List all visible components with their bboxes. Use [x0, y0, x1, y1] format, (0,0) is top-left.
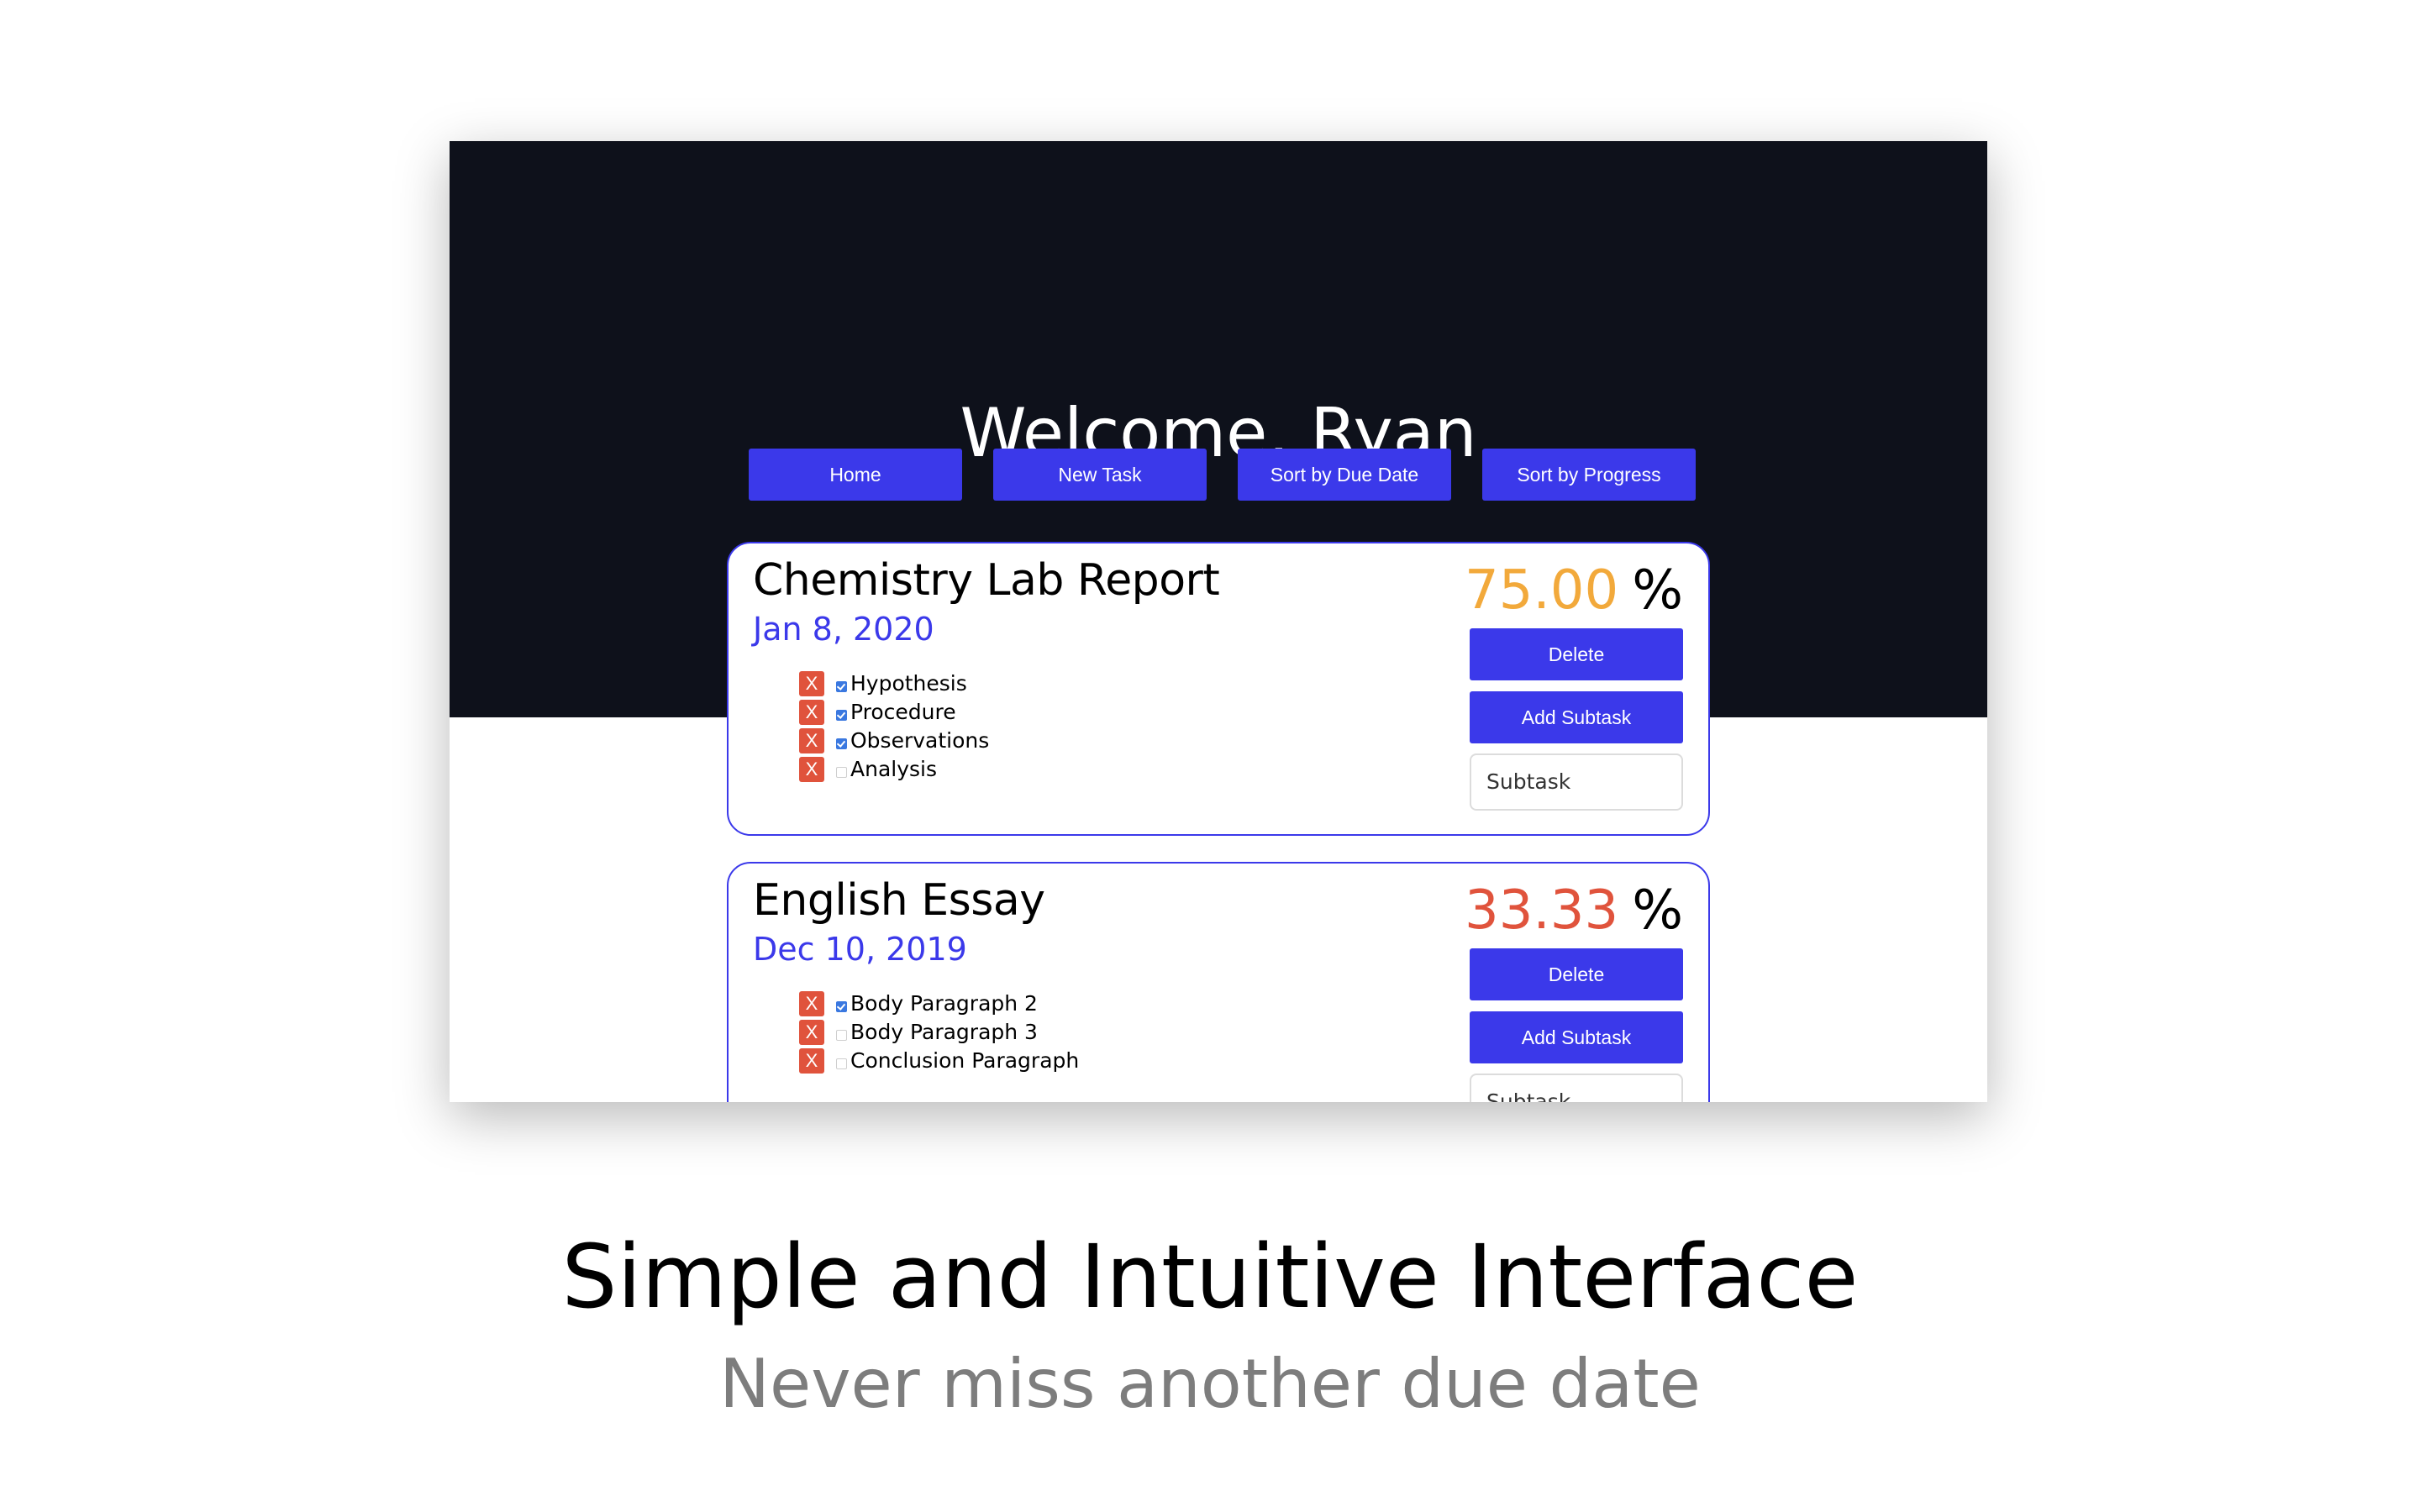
subtask-label: Body Paragraph 2	[850, 991, 1038, 1016]
subtask-label: Conclusion Paragraph	[850, 1048, 1080, 1073]
delete-subtask-button[interactable]: X	[799, 1020, 824, 1045]
subtask-item: X Conclusion Paragraph	[799, 1047, 1079, 1075]
subtask-list: X Body Paragraph 2 X Body Paragraph 3 X …	[799, 990, 1079, 1075]
delete-subtask-button[interactable]: X	[799, 757, 824, 782]
delete-subtask-button[interactable]: X	[799, 991, 824, 1016]
subtask-checkbox[interactable]	[836, 680, 847, 692]
subtask-label: Procedure	[850, 700, 956, 724]
subtask-checkbox[interactable]	[836, 1000, 847, 1012]
task-due-date: Dec 10, 2019	[753, 931, 967, 968]
subtask-label: Hypothesis	[850, 671, 967, 696]
subtask-checkbox[interactable]	[836, 766, 847, 778]
caption-subtitle: Never miss another due date	[719, 1345, 1701, 1423]
subtask-label: Observations	[850, 728, 990, 753]
app-window: Welcome, Ryan Home New Task Sort by Due …	[450, 141, 1987, 1102]
delete-subtask-button[interactable]: X	[799, 671, 824, 696]
subtask-list: X Hypothesis X Procedure X Observations …	[799, 669, 989, 784]
delete-task-button[interactable]: Delete	[1470, 948, 1683, 1000]
delete-task-button[interactable]: Delete	[1470, 628, 1683, 680]
progress-value: 75.00	[1464, 559, 1619, 622]
progress-unit: %	[1632, 879, 1683, 942]
subtask-input[interactable]: Subtask	[1470, 753, 1683, 811]
subtask-checkbox[interactable]	[836, 1058, 847, 1069]
subtask-item: X Analysis	[799, 755, 989, 784]
subtask-item: X Body Paragraph 2	[799, 990, 1079, 1018]
subtask-label: Analysis	[850, 757, 938, 781]
subtask-checkbox[interactable]	[836, 709, 847, 721]
add-subtask-button[interactable]: Add Subtask	[1470, 691, 1683, 743]
subtask-checkbox[interactable]	[836, 1029, 847, 1041]
progress-readout: 33.33%	[1465, 877, 1683, 944]
subtask-item: X Observations	[799, 727, 989, 755]
delete-subtask-button[interactable]: X	[799, 1048, 824, 1074]
add-subtask-button[interactable]: Add Subtask	[1470, 1011, 1683, 1063]
nav-bar: Home New Task Sort by Due Date Sort by P…	[450, 449, 1987, 502]
progress-value: 33.33	[1464, 879, 1619, 942]
task-due-date: Jan 8, 2020	[753, 611, 934, 648]
delete-subtask-button[interactable]: X	[799, 728, 824, 753]
sort-by-progress-button[interactable]: Sort by Progress	[1482, 449, 1696, 501]
progress-unit: %	[1632, 559, 1683, 622]
task-card: English Essay Dec 10, 2019 X Body Paragr…	[727, 862, 1710, 1102]
task-card: Chemistry Lab Report Jan 8, 2020 X Hypot…	[727, 542, 1710, 836]
home-button[interactable]: Home	[749, 449, 962, 501]
subtask-item: X Body Paragraph 3	[799, 1018, 1079, 1047]
caption-title: Simple and Intuitive Interface	[561, 1226, 1859, 1328]
delete-subtask-button[interactable]: X	[799, 700, 824, 725]
subtask-item: X Procedure	[799, 698, 989, 727]
task-title: English Essay	[753, 875, 1045, 926]
progress-readout: 75.00%	[1465, 557, 1683, 624]
task-title: Chemistry Lab Report	[753, 555, 1220, 606]
subtask-input[interactable]: Subtask	[1470, 1074, 1683, 1102]
subtask-item: X Hypothesis	[799, 669, 989, 698]
new-task-button[interactable]: New Task	[993, 449, 1207, 501]
sort-by-due-date-button[interactable]: Sort by Due Date	[1238, 449, 1451, 501]
subtask-checkbox[interactable]	[836, 738, 847, 749]
promo-stage: Welcome, Ryan Home New Task Sort by Due …	[0, 0, 2420, 1512]
subtask-label: Body Paragraph 3	[850, 1020, 1038, 1044]
